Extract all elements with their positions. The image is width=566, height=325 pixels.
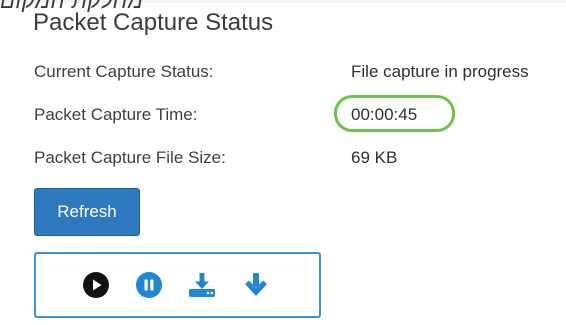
packet-capture-time-label: Packet Capture Time: [34,105,198,124]
refresh-button[interactable]: Refresh [34,188,140,236]
current-capture-status-label: Current Capture Status: [34,62,214,81]
capture-controls-panel [34,252,321,318]
pause-icon[interactable] [135,271,163,299]
packet-capture-file-size-label: Packet Capture File Size: [34,148,226,167]
packet-capture-page: מחלקת המקום Packet Capture Status Curren… [0,0,566,325]
play-icon[interactable] [82,271,110,299]
capture-time-highlight [334,95,455,132]
current-capture-status-value: File capture in progress [351,62,529,81]
download-arrow-icon[interactable] [242,271,270,299]
section-title: Packet Capture Status [33,9,274,36]
packet-capture-file-size-value: 69 KB [351,148,398,167]
download-to-device-icon[interactable] [187,271,215,299]
